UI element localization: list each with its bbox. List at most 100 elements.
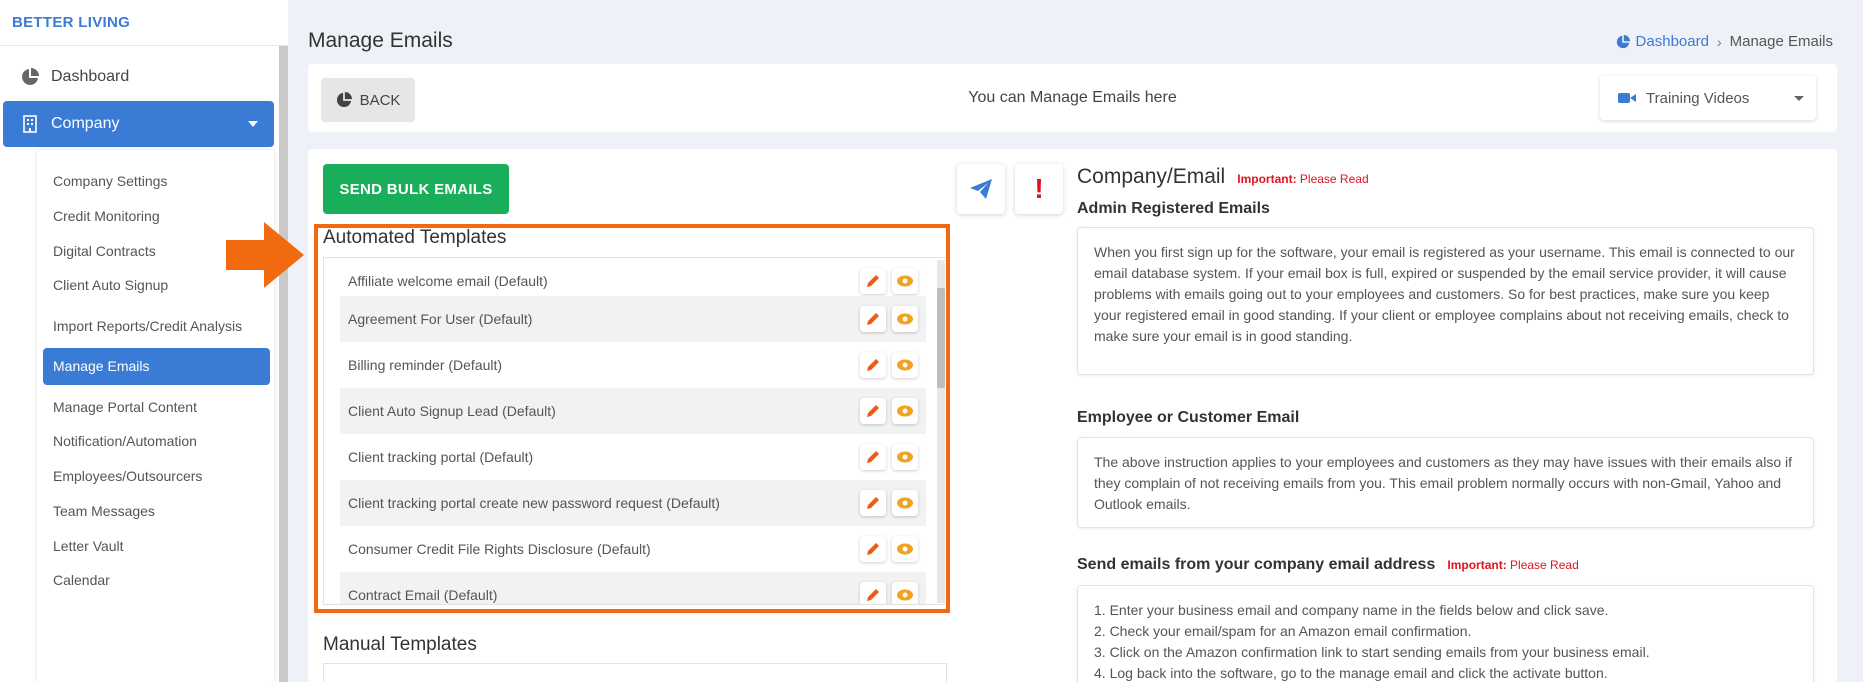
- eye-icon: [897, 275, 913, 287]
- pie-chart-icon: [19, 66, 41, 88]
- video-camera-icon: [1618, 93, 1636, 103]
- sidebar-item-dashboard[interactable]: Dashboard: [3, 54, 274, 100]
- eye-icon: [897, 313, 913, 325]
- automated-templates-list: Affiliate welcome email (Default) Agreem…: [323, 257, 947, 605]
- important-note[interactable]: Important: Please Read: [1447, 558, 1578, 572]
- submenu-item-employees-outsourcers[interactable]: Employees/Outsourcers: [43, 461, 270, 491]
- page-title: Manage Emails: [308, 29, 453, 52]
- automated-templates-title: Automated Templates: [323, 227, 507, 248]
- submenu-item-company-settings[interactable]: Company Settings: [43, 166, 270, 196]
- company-email-heading: Company/Email Important: Please Read: [1077, 165, 1369, 189]
- important-label: Important:: [1447, 558, 1507, 572]
- view-template-button[interactable]: [892, 306, 918, 332]
- templates-scrollbar-thumb[interactable]: [937, 288, 945, 388]
- alert-button[interactable]: !: [1015, 164, 1063, 214]
- training-videos-dropdown[interactable]: Training Videos: [1600, 76, 1816, 120]
- step-item: 2. Check your email/spam for an Amazon e…: [1094, 623, 1472, 639]
- sidebar-scrollbar[interactable]: [279, 46, 288, 682]
- chevron-right-icon: ›: [1716, 33, 1722, 50]
- edit-template-button[interactable]: [860, 582, 886, 604]
- pencil-icon: [867, 405, 879, 417]
- pencil-icon: [867, 313, 879, 325]
- submenu-item-notification-automation[interactable]: Notification/Automation: [43, 426, 270, 456]
- view-template-button[interactable]: [892, 444, 918, 470]
- training-videos-label: Training Videos: [1646, 89, 1750, 107]
- send-emails-title: Send emails from your company email addr…: [1077, 556, 1436, 573]
- edit-template-button[interactable]: [860, 352, 886, 378]
- template-row: Client tracking portal (Default): [340, 434, 926, 480]
- template-row: Client Auto Signup Lead (Default): [340, 388, 926, 434]
- template-row: Agreement For User (Default): [340, 296, 926, 342]
- submenu-item-letter-vault[interactable]: Letter Vault: [43, 531, 270, 561]
- paper-plane-icon: [970, 179, 992, 199]
- send-bulk-emails-button[interactable]: SEND BULK EMAILS: [323, 164, 509, 214]
- toolbar-card: BACK You can Manage Emails here Training…: [308, 64, 1837, 132]
- template-name: Client Auto Signup Lead (Default): [348, 403, 556, 419]
- send-email-button[interactable]: [957, 164, 1005, 214]
- view-template-button[interactable]: [892, 490, 918, 516]
- view-template-button[interactable]: [892, 398, 918, 424]
- chevron-down-icon: [1794, 96, 1804, 101]
- breadcrumb-current: Manage Emails: [1729, 33, 1833, 50]
- template-name: Affiliate welcome email (Default): [348, 273, 548, 289]
- sidebar-item-label: Dashboard: [51, 68, 130, 85]
- employee-email-title: Employee or Customer Email: [1077, 409, 1300, 426]
- send-emails-steps: 1. Enter your business email and company…: [1077, 585, 1814, 682]
- template-row: Contract Email (Default): [340, 572, 926, 604]
- important-note[interactable]: Important: Please Read: [1237, 172, 1368, 186]
- sidebar: BETTER LIVING Dashboard Company Company …: [0, 0, 288, 682]
- step-item: 4. Log back into the software, go to the…: [1094, 665, 1608, 681]
- step-item: 3. Click on the Amazon confirmation link…: [1094, 644, 1650, 660]
- breadcrumb: Dashboard › Manage Emails: [1616, 33, 1833, 50]
- sidebar-item-label: Company: [51, 115, 120, 132]
- admin-emails-title: Admin Registered Emails: [1077, 200, 1270, 217]
- important-text: Please Read: [1510, 558, 1579, 572]
- template-name: Agreement For User (Default): [348, 311, 533, 327]
- employee-email-info: The above instruction applies to your em…: [1077, 437, 1814, 528]
- edit-template-button[interactable]: [860, 268, 886, 294]
- template-row: Client tracking portal create new passwo…: [340, 480, 926, 526]
- view-template-button[interactable]: [892, 582, 918, 604]
- chevron-down-icon: [248, 121, 258, 127]
- pencil-icon: [867, 543, 879, 555]
- pencil-icon: [867, 497, 879, 509]
- admin-emails-info: When you first sign up for the software,…: [1077, 227, 1814, 375]
- pencil-icon: [867, 275, 879, 287]
- important-text: Please Read: [1299, 172, 1369, 186]
- building-icon: [19, 113, 41, 135]
- submenu-item-manage-portal-content[interactable]: Manage Portal Content: [43, 392, 270, 422]
- edit-template-button[interactable]: [860, 536, 886, 562]
- manual-templates-list: [323, 663, 947, 682]
- view-template-button[interactable]: [892, 536, 918, 562]
- template-name: Consumer Credit File Rights Disclosure (…: [348, 541, 651, 557]
- eye-icon: [897, 405, 913, 417]
- pie-chart-icon: [1616, 34, 1630, 48]
- edit-template-button[interactable]: [860, 398, 886, 424]
- brand-logo[interactable]: BETTER LIVING: [0, 0, 288, 46]
- submenu-item-import-reports[interactable]: Import Reports/Credit Analysis: [43, 305, 270, 347]
- sidebar-item-company[interactable]: Company: [3, 101, 274, 147]
- eye-icon: [897, 543, 913, 555]
- eye-icon: [897, 497, 913, 509]
- template-row: Billing reminder (Default): [340, 342, 926, 388]
- submenu-item-team-messages[interactable]: Team Messages: [43, 496, 270, 526]
- edit-template-button[interactable]: [860, 490, 886, 516]
- step-item: 1. Enter your business email and company…: [1094, 602, 1609, 618]
- edit-template-button[interactable]: [860, 306, 886, 332]
- template-name: Billing reminder (Default): [348, 357, 503, 373]
- template-name: Client tracking portal create new passwo…: [348, 495, 720, 511]
- view-template-button[interactable]: [892, 268, 918, 294]
- manual-templates-title: Manual Templates: [323, 634, 477, 655]
- submenu-item-calendar[interactable]: Calendar: [43, 565, 270, 595]
- template-name: Client tracking portal (Default): [348, 449, 534, 465]
- arrow-right-icon: [226, 222, 304, 288]
- submenu-item-manage-emails[interactable]: Manage Emails: [43, 348, 270, 385]
- company-email-title: Company/Email: [1077, 165, 1226, 188]
- breadcrumb-dashboard-link[interactable]: Dashboard: [1616, 33, 1709, 50]
- template-row: Consumer Credit File Rights Disclosure (…: [340, 526, 926, 572]
- important-label: Important:: [1237, 172, 1297, 186]
- pencil-icon: [867, 589, 879, 601]
- view-template-button[interactable]: [892, 352, 918, 378]
- edit-template-button[interactable]: [860, 444, 886, 470]
- pencil-icon: [867, 451, 879, 463]
